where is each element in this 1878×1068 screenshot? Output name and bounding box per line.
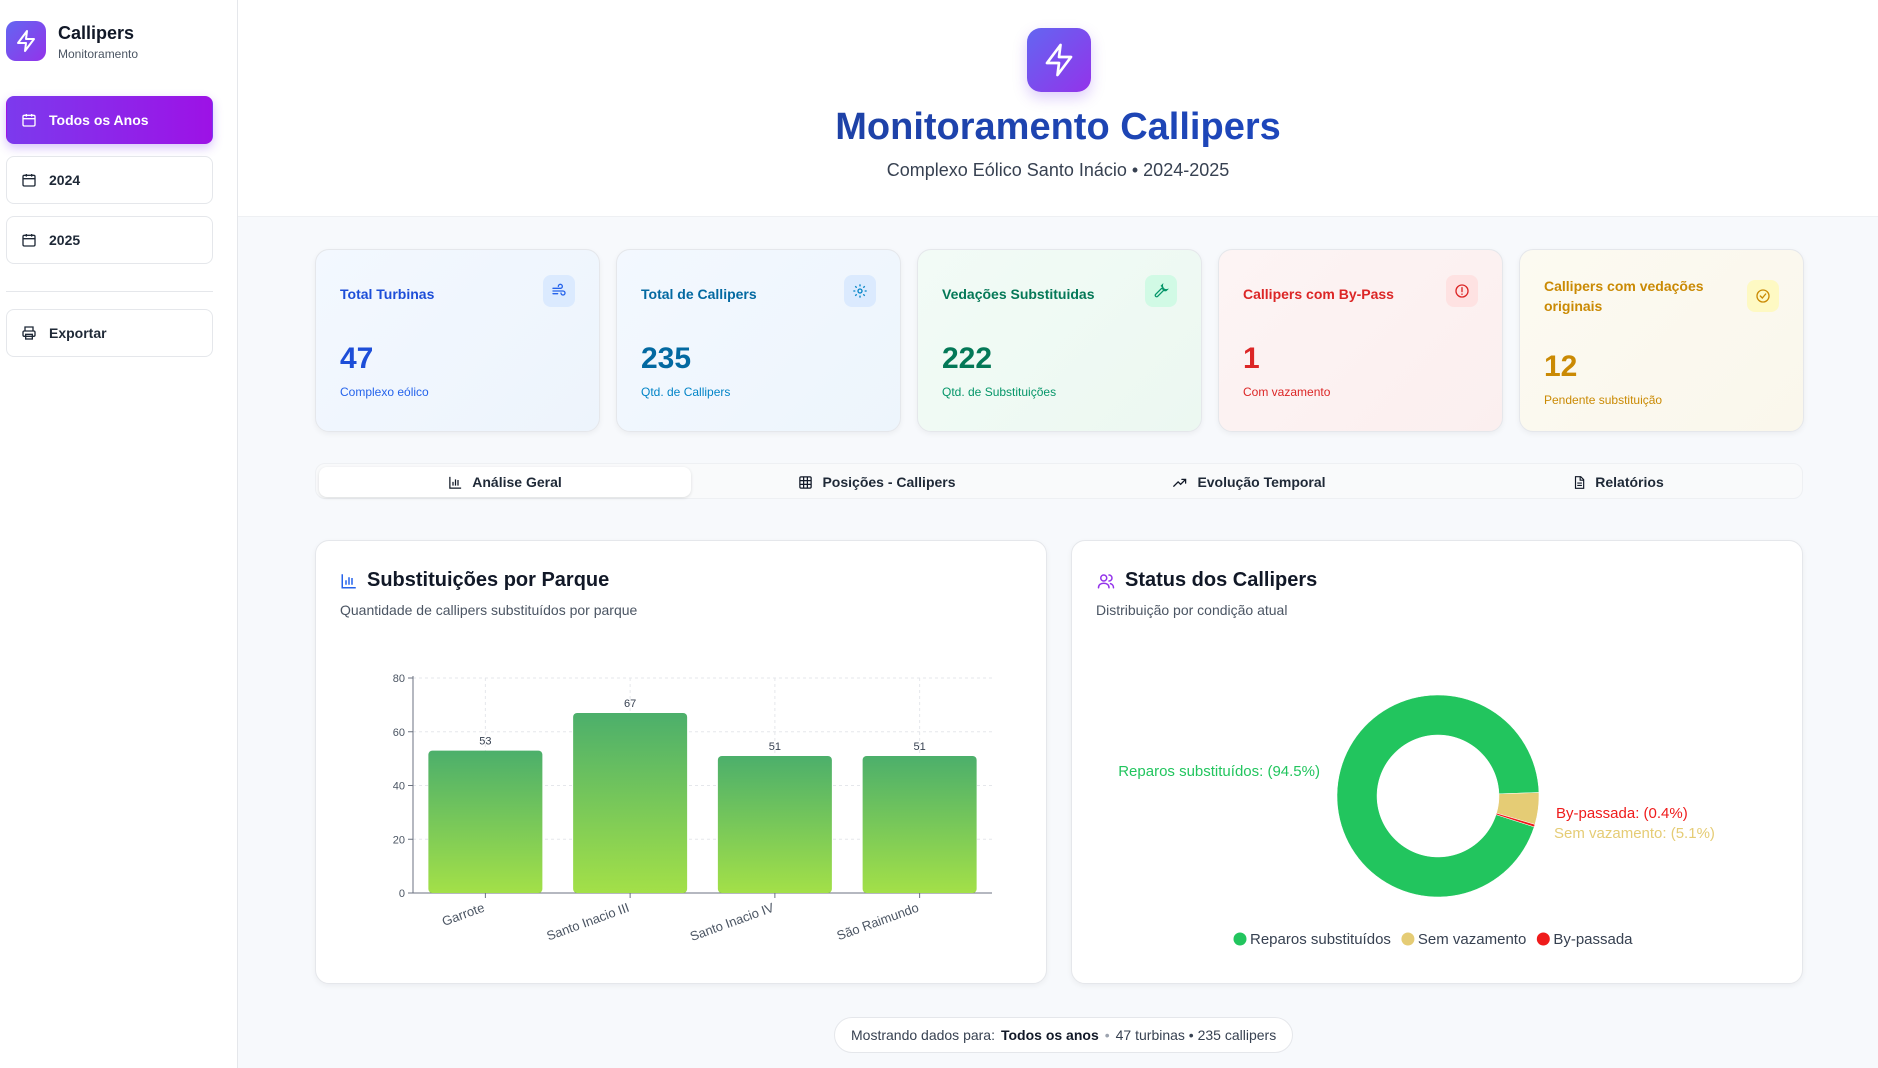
check-circle-icon — [1747, 280, 1779, 312]
bar — [862, 755, 977, 893]
kpi-card-originais: Callipers com vedações originais 12 Pend… — [1519, 249, 1804, 432]
bar-chart-icon — [449, 476, 462, 489]
sidebar: Callipers Monitoramento Todos os Anos 20… — [0, 0, 238, 1068]
bar-chart: 0 20 40 60 80 53 Garrote 67 Santo Inacio III 51 Sa… — [393, 673, 992, 944]
kpi-desc: Qtd. de Callipers — [641, 385, 731, 399]
footer-stats: 47 turbinas • 235 callipers — [1115, 1027, 1277, 1043]
legend-swatch — [1536, 932, 1550, 946]
nav-label: 2025 — [49, 232, 81, 248]
x-tick-label: Santo Inacio IV — [688, 900, 776, 944]
footer-prefix: Mostrando dados para: — [851, 1027, 995, 1043]
legend-swatch — [1401, 932, 1415, 946]
sidebar-divider — [6, 291, 213, 292]
y-tick-label: 80 — [393, 673, 405, 685]
nav-label: Todos os Anos — [49, 112, 149, 128]
bar-value-label: 51 — [769, 741, 781, 753]
footer-period: Todos os anos — [1000, 1027, 1099, 1043]
brand-subtitle: Monitoramento — [58, 46, 139, 61]
legend-label: Sem vazamento — [1418, 931, 1526, 948]
bar-value-label: 51 — [914, 741, 926, 753]
pie-slice-label: Reparos substituídos: (94.5%) — [1118, 763, 1320, 780]
gear-icon — [844, 275, 876, 307]
brand: Callipers Monitoramento — [6, 21, 138, 61]
pie-chart-card: Status dos Callipers Distribuição por co… — [1071, 540, 1803, 984]
x-tick-label: Santo Inacio III — [545, 900, 632, 944]
brand-title: Callipers — [58, 22, 135, 43]
printer-icon — [22, 326, 36, 340]
page-subtitle: Complexo Eólico Santo Inácio • 2024-2025 — [886, 160, 1230, 180]
document-icon — [1575, 475, 1585, 489]
trending-up-icon — [1173, 478, 1187, 487]
y-tick-label: 20 — [393, 834, 405, 846]
nav-label: 2024 — [49, 172, 81, 188]
nav-2025[interactable]: 2025 — [6, 216, 213, 264]
bar-chart-card: Substituições por Parque Quantidade de c… — [315, 540, 1047, 984]
calendar-icon — [22, 234, 36, 247]
tab-evolucao-temporal[interactable]: Evolução Temporal — [1063, 467, 1435, 497]
y-tick-label: 60 — [393, 727, 405, 739]
kpi-desc: Pendente substituição — [1544, 393, 1663, 407]
grid-icon — [799, 475, 813, 489]
footer-separator: • — [1104, 1027, 1110, 1043]
calendar-icon — [22, 174, 36, 187]
tab-label: Evolução Temporal — [1197, 474, 1326, 490]
tab-label: Análise Geral — [472, 474, 562, 490]
bar — [428, 750, 543, 893]
kpi-card-total-callipers: Total de Callipers 235 Qtd. de Callipers — [616, 249, 901, 432]
y-tick-label: 40 — [393, 781, 405, 793]
kpi-desc: Complexo eólico — [340, 385, 429, 399]
kpi-label: Total de Callipers — [641, 286, 757, 302]
kpi-label: Total Turbinas — [340, 286, 435, 302]
pie-slice-label: Sem vazamento: (5.1%) — [1554, 825, 1715, 842]
kpi-desc: Qtd. de Substituições — [942, 385, 1057, 399]
tab-label: Posições - Callipers — [822, 474, 956, 490]
lightning-icon — [1027, 28, 1091, 92]
y-tick-label: 0 — [399, 888, 405, 900]
kpi-value: 222 — [942, 342, 993, 375]
kpi-label: Callipers com By-Pass — [1243, 286, 1394, 302]
kpi-value: 47 — [340, 342, 374, 375]
tab-bar: Análise Geral Posições - Callipers Evolu… — [315, 463, 1803, 499]
nav-2024[interactable]: 2024 — [6, 156, 213, 204]
kpi-value: 235 — [641, 342, 692, 375]
legend-swatch — [1233, 932, 1247, 946]
kpi-card-vedacoes: Vedações Substituidas 222 Qtd. de Substi… — [917, 249, 1202, 432]
calendar-icon — [22, 114, 36, 127]
nav-todos-os-anos[interactable]: Todos os Anos — [6, 96, 213, 144]
bar — [573, 712, 688, 893]
bar-value-label: 53 — [479, 736, 491, 748]
tab-analise-geral[interactable]: Análise Geral — [319, 467, 691, 497]
kpi-desc: Com vazamento — [1243, 385, 1331, 399]
tab-relatorios[interactable]: Relatórios — [1435, 467, 1801, 497]
bar — [717, 755, 832, 893]
data-scope-indicator: Mostrando dados para: Todos os anos • 47… — [834, 1017, 1294, 1053]
lightning-icon — [6, 21, 46, 61]
pie-slice-label: By-passada: (0.4%) — [1556, 805, 1688, 822]
page-header: Monitoramento Callipers Complexo Eólico … — [238, 0, 1878, 217]
export-button[interactable]: Exportar — [6, 309, 213, 357]
tab-posicoes-callipers[interactable]: Posições - Callipers — [691, 467, 1063, 497]
kpi-label: Vedações Substituidas — [942, 286, 1095, 302]
kpi-label: Callipers com vedações originais — [1544, 278, 1704, 314]
kpi-value: 12 — [1544, 350, 1578, 383]
kpi-card-total-turbinas: Total Turbinas 47 Complexo eólico — [315, 249, 600, 432]
export-label: Exportar — [49, 325, 107, 341]
kpi-value: 1 — [1243, 342, 1260, 375]
wind-icon — [543, 275, 575, 307]
wrench-icon — [1145, 275, 1177, 307]
tab-label: Relatórios — [1595, 474, 1664, 490]
alert-circle-icon — [1446, 275, 1478, 307]
page-title: Monitoramento Callipers — [238, 106, 1878, 149]
pie-chart: Reparos substituídos: (94.5%) By-passada:… — [1118, 694, 1715, 948]
bar-value-label: 67 — [624, 698, 636, 710]
legend-label: Reparos substituídos — [1250, 931, 1391, 948]
x-tick-label: São Raimundo — [835, 900, 921, 944]
kpi-card-bypass: Callipers com By-Pass 1 Com vazamento — [1218, 249, 1503, 432]
x-tick-label: Garrote — [440, 900, 487, 929]
legend-label: By-passada — [1553, 931, 1633, 948]
